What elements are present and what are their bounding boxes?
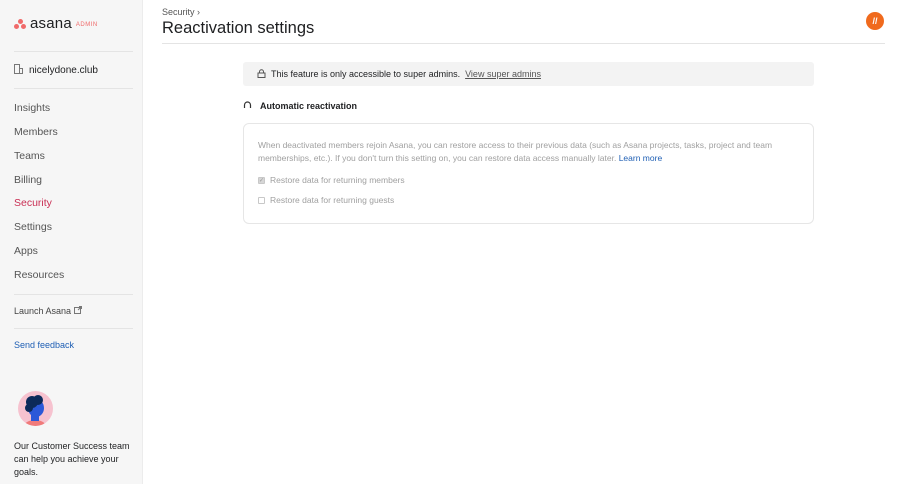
domain-selector[interactable]: nicelydone.club xyxy=(14,64,98,77)
sidebar-item-resources[interactable]: Resources xyxy=(14,269,64,281)
description-text: When deactivated members rejoin Asana, y… xyxy=(258,140,773,163)
sidebar-item-settings[interactable]: Settings xyxy=(14,221,52,233)
sidebar-item-security[interactable]: Security xyxy=(14,197,52,209)
sidebar-item-apps[interactable]: Apps xyxy=(14,245,38,257)
launch-asana-link[interactable]: Launch Asana xyxy=(14,306,82,316)
customer-success-text: Our Customer Success team can help you a… xyxy=(14,441,130,477)
logo-word: asana xyxy=(30,15,72,32)
reactivation-card: When deactivated members rejoin Asana, y… xyxy=(243,123,814,224)
sidebar-item-members[interactable]: Members xyxy=(14,126,58,138)
logo-admin-label: ADMIN xyxy=(75,22,98,28)
breadcrumb-security[interactable]: Security xyxy=(162,7,195,17)
view-super-admins-link[interactable]: View super admins xyxy=(465,69,541,79)
divider xyxy=(14,328,133,329)
divider xyxy=(14,88,133,89)
section-title: Automatic reactivation xyxy=(260,100,358,111)
checkbox-label: Restore data for returning members xyxy=(270,175,405,185)
checkbox-unchecked-icon[interactable] xyxy=(258,196,265,204)
divider xyxy=(14,51,133,52)
learn-more-link[interactable]: Learn more xyxy=(619,153,662,163)
checkbox-checked-icon[interactable]: ✓ xyxy=(258,176,265,184)
lock-icon xyxy=(257,68,266,80)
banner-text: This feature is only accessible to super… xyxy=(271,69,461,79)
restore-guests-checkbox[interactable]: Restore data for returning guests xyxy=(258,195,799,205)
sidebar: asana ADMIN nicelydone.club Insights Mem… xyxy=(0,0,143,484)
reactivation-icon xyxy=(243,100,252,111)
launch-asana-label: Launch Asana xyxy=(14,306,72,316)
send-feedback-link[interactable]: Send feedback xyxy=(14,340,74,350)
restore-members-checkbox[interactable]: ✓ Restore data for returning members xyxy=(258,175,799,185)
sidebar-item-insights[interactable]: Insights xyxy=(14,102,50,114)
user-avatar-badge[interactable]: // xyxy=(866,12,884,30)
super-admin-banner: This feature is only accessible to super… xyxy=(243,62,814,86)
customer-success-avatar xyxy=(18,391,53,426)
divider xyxy=(162,43,885,44)
domain-name: nicelydone.club xyxy=(29,65,98,76)
page-title: Reactivation settings xyxy=(162,19,315,37)
chevron-right-icon: › xyxy=(197,7,201,17)
sidebar-item-teams[interactable]: Teams xyxy=(14,150,45,162)
checkbox-label: Restore data for returning guests xyxy=(270,195,395,205)
asana-logo-icon xyxy=(14,18,26,29)
section-heading: Automatic reactivation xyxy=(243,100,357,111)
reactivation-description: When deactivated members rejoin Asana, y… xyxy=(258,139,799,165)
breadcrumb[interactable]: Security › xyxy=(162,7,200,17)
asana-admin-logo[interactable]: asana ADMIN xyxy=(14,15,98,32)
divider xyxy=(14,294,133,295)
building-icon xyxy=(14,64,23,77)
external-link-icon xyxy=(73,306,82,316)
sidebar-item-billing[interactable]: Billing xyxy=(14,174,42,186)
